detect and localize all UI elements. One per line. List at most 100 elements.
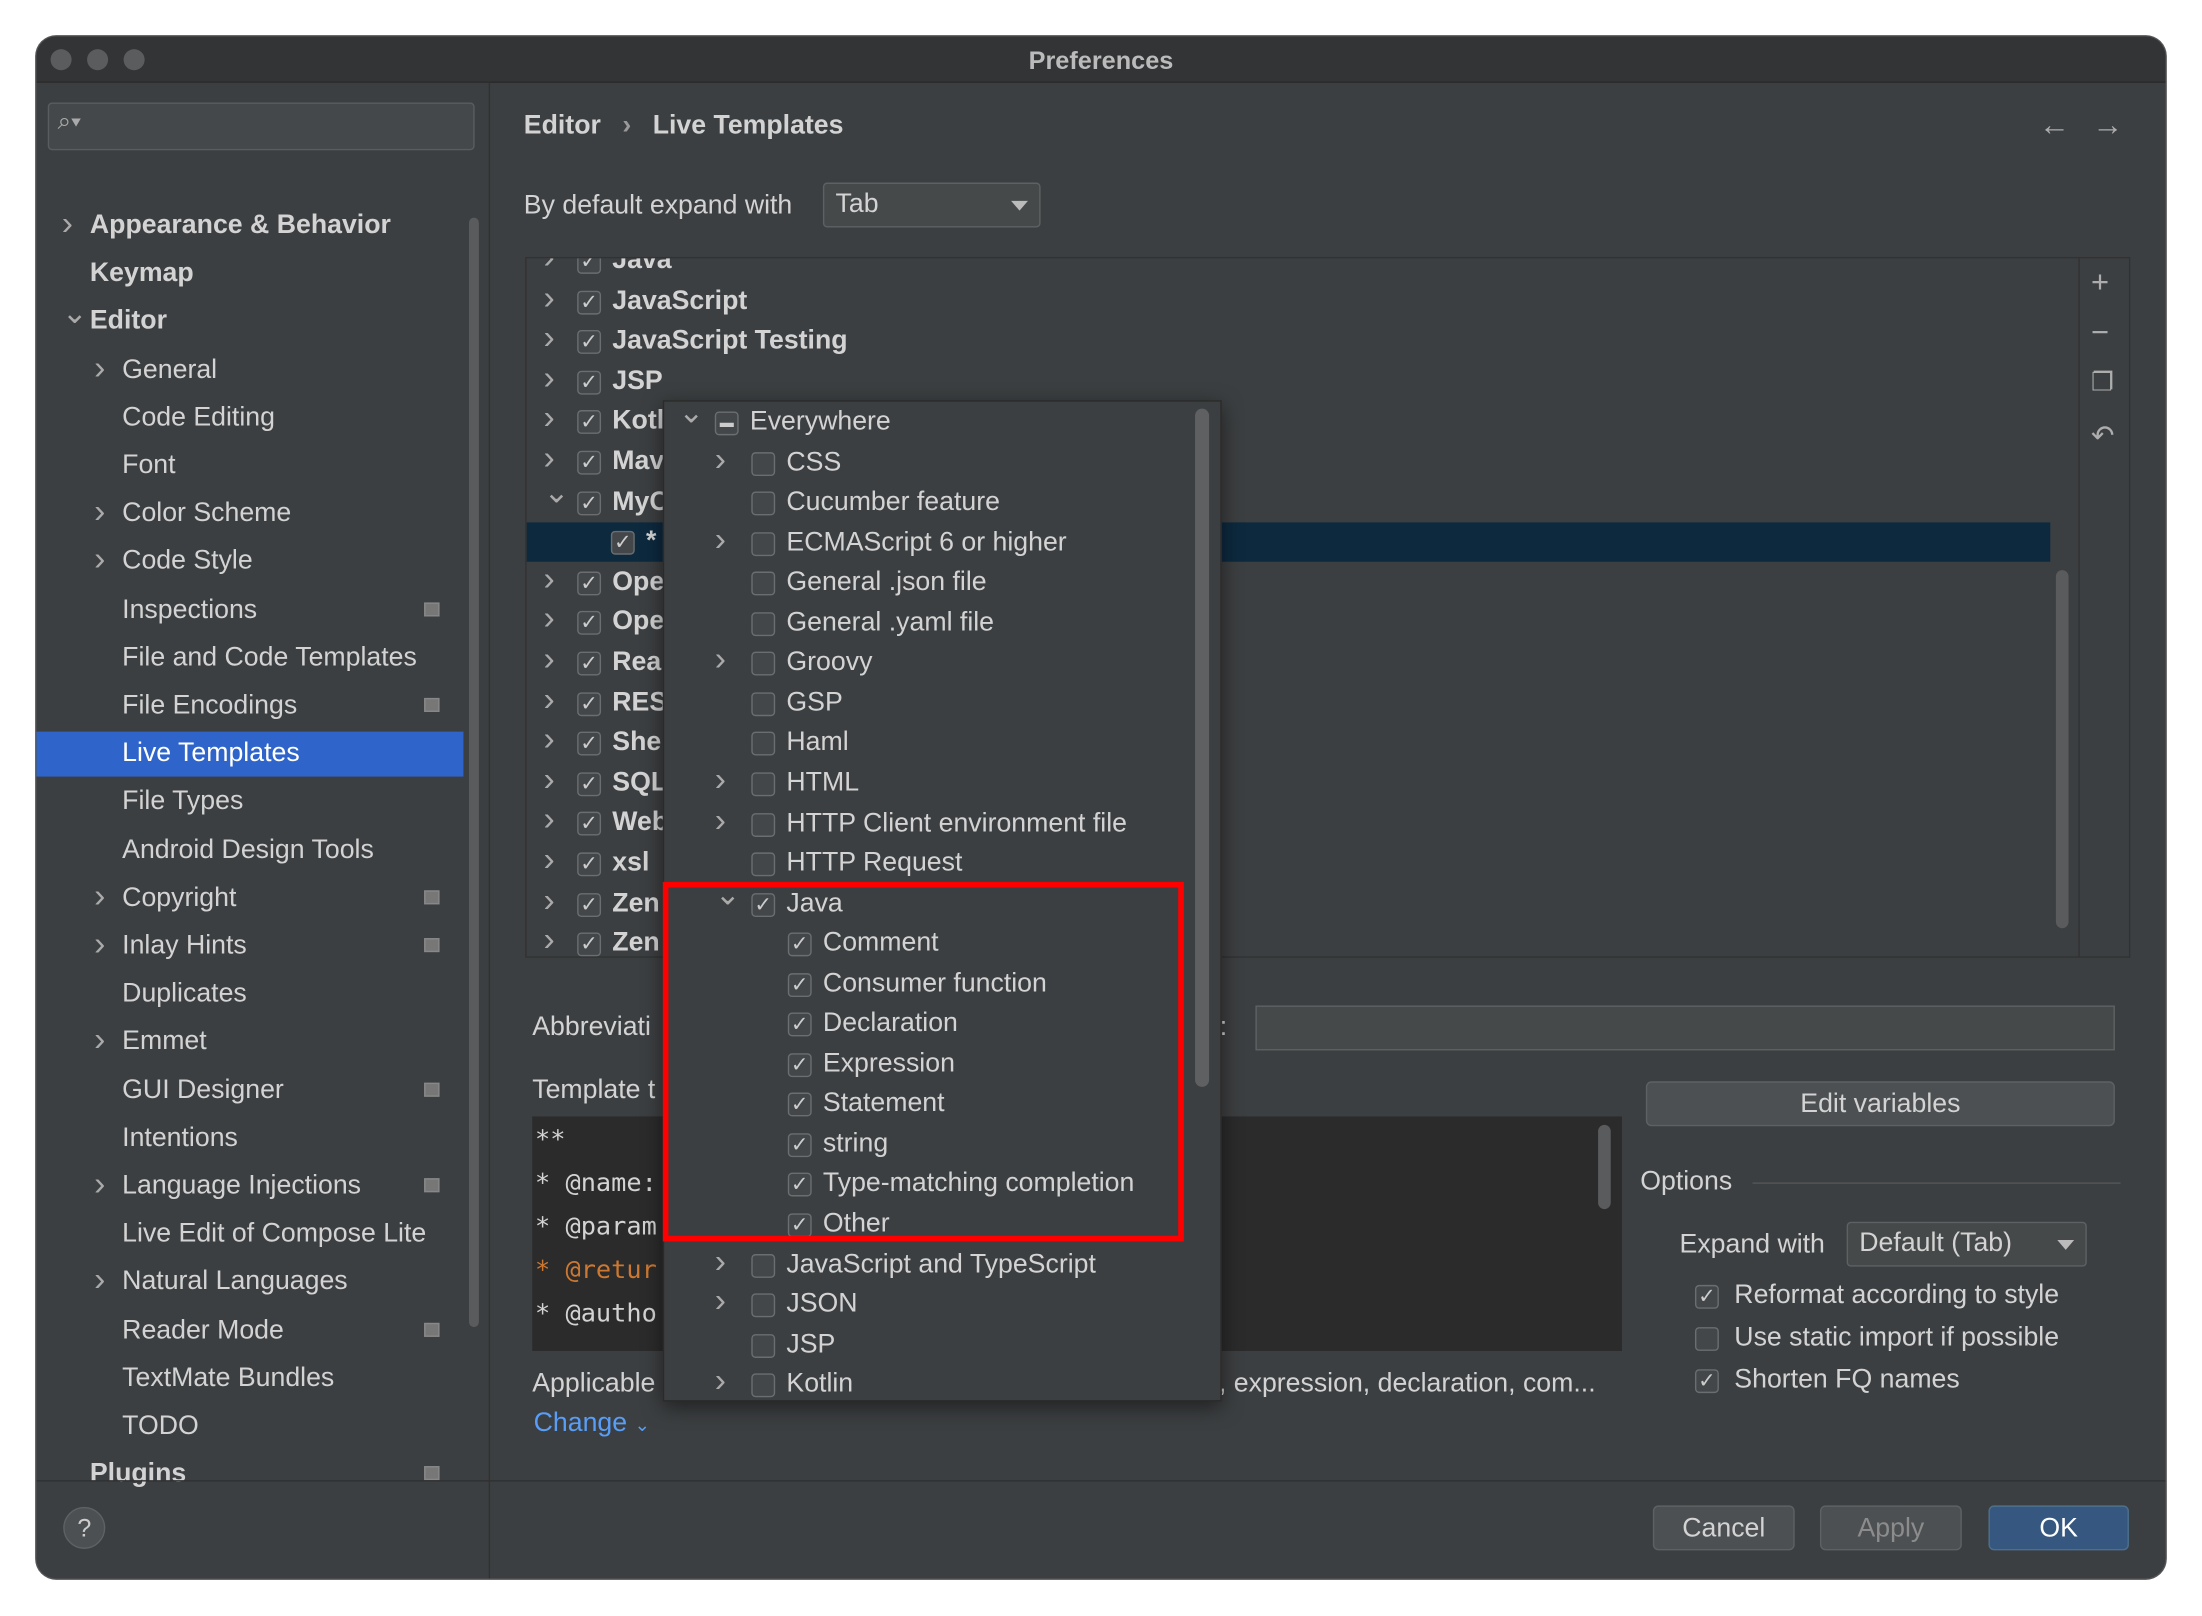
context-checkbox[interactable] — [751, 531, 776, 556]
description-input[interactable] — [1255, 1005, 2115, 1051]
chevron-right-icon[interactable]: › — [94, 1019, 105, 1064]
context-item[interactable]: Haml — [664, 724, 1192, 763]
template-group-row[interactable]: › ✓ JSP — [527, 359, 2051, 401]
chevron-right-icon[interactable]: › — [94, 923, 105, 968]
sidebar-item[interactable]: Plugins — [37, 1452, 464, 1497]
sidebar-item[interactable]: TextMate Bundles — [37, 1356, 464, 1401]
chevron-right-icon[interactable]: › — [715, 1242, 726, 1281]
edit-variables-button[interactable]: Edit variables — [1645, 1081, 2115, 1127]
context-item[interactable]: ✓ Statement — [664, 1085, 1192, 1124]
context-checkbox[interactable] — [751, 732, 776, 757]
sidebar-item[interactable]: › Appearance & Behavior — [37, 204, 464, 249]
chevron-right-icon[interactable]: › — [543, 801, 554, 840]
context-checkbox[interactable] — [751, 692, 776, 716]
context-checkbox[interactable] — [751, 812, 776, 837]
context-checkbox[interactable] — [751, 1333, 776, 1358]
template-group-checkbox[interactable]: ✓ — [577, 852, 602, 877]
option-checkbox[interactable]: ✓ — [1694, 1284, 1719, 1309]
change-context-link[interactable]: Change ⌄ — [534, 1409, 650, 1440]
chevron-right-icon[interactable]: › — [715, 641, 726, 680]
context-item[interactable]: › JavaScript and TypeScript — [664, 1242, 1192, 1284]
chevron-right-icon[interactable]: › — [543, 921, 554, 956]
sidebar-item[interactable]: File and Code Templates — [37, 636, 464, 681]
sidebar-item[interactable]: › Language Injections — [37, 1164, 464, 1209]
template-group-checkbox[interactable]: ✓ — [577, 772, 602, 796]
sidebar-item[interactable]: › Inlay Hints — [37, 924, 464, 969]
help-button[interactable]: ? — [63, 1506, 106, 1549]
context-checkbox[interactable]: ✓ — [787, 932, 812, 957]
context-item[interactable]: ⌄ ✓ Java — [664, 876, 1192, 923]
chevron-right-icon[interactable]: › — [543, 440, 554, 479]
settings-search-input[interactable]: ⌕▾ — [47, 102, 475, 151]
sidebar-item[interactable]: Font — [37, 444, 464, 489]
popup-scrollbar[interactable] — [1195, 408, 1210, 1087]
chevron-right-icon[interactable]: › — [94, 875, 105, 920]
context-checkbox[interactable] — [751, 571, 776, 596]
context-checkbox[interactable]: ✓ — [787, 1213, 812, 1238]
ok-button[interactable]: OK — [1988, 1505, 2129, 1551]
sidebar-item[interactable]: File Types — [37, 780, 464, 825]
context-checkbox[interactable] — [751, 772, 776, 797]
chevron-right-icon[interactable]: › — [543, 359, 554, 398]
restore-icon[interactable]: ↶ — [2091, 418, 2115, 453]
context-item[interactable]: › ECMAScript 6 or higher — [664, 520, 1192, 562]
context-item[interactable]: ✓ Declaration — [664, 1004, 1192, 1043]
context-item[interactable]: › HTTP Client environment file — [664, 801, 1192, 843]
context-checkbox[interactable]: ▬ — [714, 411, 739, 436]
template-group-checkbox[interactable]: ✓ — [577, 892, 602, 917]
sidebar-item[interactable]: GUI Designer — [37, 1068, 464, 1113]
options-expand-dropdown[interactable]: Default (Tab) — [1846, 1221, 2087, 1267]
cancel-button[interactable]: Cancel — [1652, 1505, 1795, 1551]
chevron-right-icon[interactable]: › — [715, 1362, 726, 1400]
context-checkbox[interactable] — [751, 852, 776, 877]
chevron-down-icon[interactable]: ⌄ — [543, 474, 569, 511]
context-item[interactable]: ✓ Comment — [664, 924, 1192, 963]
template-group-checkbox[interactable]: ✓ — [577, 651, 602, 676]
sidebar-item[interactable]: › Code Style — [37, 540, 464, 585]
option-checkbox[interactable] — [1694, 1327, 1719, 1351]
sidebar-item[interactable]: Reader Mode — [37, 1308, 464, 1353]
chevron-right-icon[interactable]: › — [94, 1259, 105, 1304]
context-checkbox[interactable]: ✓ — [787, 972, 812, 997]
chevron-right-icon[interactable]: › — [543, 600, 554, 639]
sidebar-item[interactable]: Live Edit of Compose Lite — [37, 1212, 464, 1257]
chevron-right-icon[interactable]: › — [94, 1163, 105, 1208]
template-group-checkbox[interactable]: ✓ — [610, 531, 635, 555]
option-checkbox-row[interactable]: ✓ Reformat according to style — [1694, 1281, 2116, 1318]
context-item[interactable]: ⌄ ▬ Everywhere — [664, 402, 1192, 442]
chevron-right-icon[interactable]: › — [62, 202, 73, 247]
chevron-right-icon[interactable]: › — [543, 640, 554, 679]
chevron-right-icon[interactable]: › — [715, 520, 726, 559]
sidebar-item[interactable]: › Copyright — [37, 876, 464, 921]
chevron-right-icon[interactable]: › — [715, 801, 726, 840]
template-group-row[interactable]: › ✓ JavaScript Testing — [527, 319, 2051, 361]
sidebar-item[interactable]: Code Editing — [37, 396, 464, 441]
chevron-right-icon[interactable]: › — [543, 560, 554, 599]
add-icon[interactable]: + — [2091, 264, 2109, 301]
template-group-checkbox[interactable]: ✓ — [577, 812, 602, 837]
template-group-checkbox[interactable]: ✓ — [577, 932, 602, 957]
template-group-checkbox[interactable]: ✓ — [577, 370, 602, 395]
context-checkbox[interactable] — [751, 491, 776, 516]
template-group-checkbox[interactable]: ✓ — [577, 611, 602, 636]
sidebar-item[interactable]: File Encodings — [37, 684, 464, 729]
template-group-checkbox[interactable]: ✓ — [577, 330, 602, 355]
context-checkbox[interactable]: ✓ — [787, 1173, 812, 1198]
template-group-checkbox[interactable]: ✓ — [577, 691, 602, 716]
option-checkbox[interactable]: ✓ — [1694, 1369, 1719, 1394]
sidebar-scrollbar[interactable] — [469, 217, 479, 1328]
context-checkbox[interactable] — [751, 451, 776, 476]
template-group-checkbox[interactable]: ✓ — [577, 290, 602, 314]
template-group-checkbox[interactable]: ✓ — [577, 410, 602, 435]
chevron-right-icon[interactable]: › — [715, 440, 726, 479]
sidebar-item[interactable]: › Natural Languages — [37, 1260, 464, 1305]
template-group-checkbox[interactable]: ✓ — [577, 450, 602, 475]
context-checkbox[interactable] — [751, 1253, 776, 1278]
context-item[interactable]: Cucumber feature — [664, 483, 1192, 522]
chevron-down-icon[interactable]: ⌄ — [62, 291, 88, 336]
context-checkbox[interactable] — [751, 1373, 776, 1398]
breadcrumb-editor[interactable]: Editor — [524, 111, 601, 140]
context-checkbox[interactable] — [751, 652, 776, 676]
editor-scrollbar[interactable] — [1598, 1124, 1611, 1210]
sidebar-item[interactable]: Android Design Tools — [37, 828, 464, 873]
